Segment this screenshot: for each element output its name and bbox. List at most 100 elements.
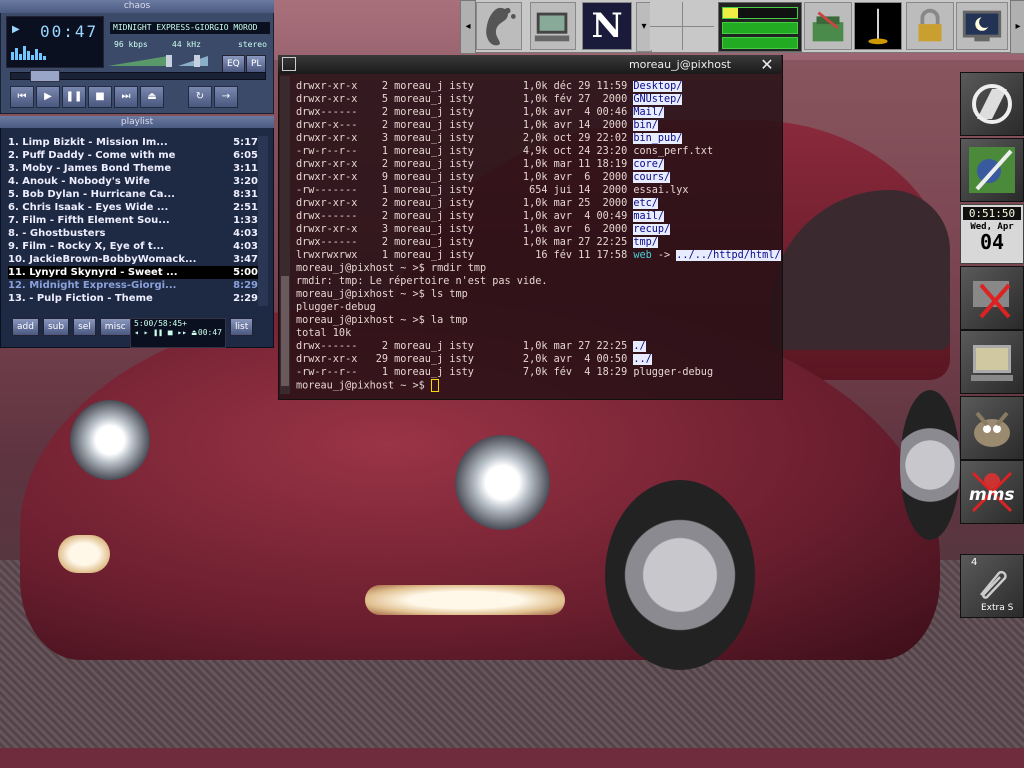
terminal-cursor[interactable] — [430, 379, 439, 392]
terminal-prompt-line[interactable]: moreau_j@pixhost ~ >$ — [296, 379, 780, 393]
window-menu-icon[interactable] — [282, 57, 296, 71]
terminal-filename[interactable]: GNUstep — [633, 94, 677, 105]
workspace-2[interactable] — [682, 2, 714, 26]
terminal-filename[interactable]: web — [633, 250, 651, 261]
terminal-link-target[interactable]: ../../httpd/html — [676, 250, 775, 261]
terminal-launcher-icon[interactable] — [530, 2, 576, 50]
playlist-row[interactable]: 4. Anouk - Nobody's Wife 3:20 — [8, 175, 258, 188]
misc-button[interactable]: misc — [99, 318, 131, 336]
gnome-foot-icon[interactable] — [476, 2, 522, 50]
playlist-row[interactable]: 11. Lynyrd Skynyrd - Sweet ... 5:00 — [8, 266, 258, 279]
song-title-scroller[interactable]: MIDNIGHT EXPRESS-GIORGIO MOROD — [110, 22, 270, 34]
dock-app-1[interactable] — [960, 72, 1024, 136]
eq-button[interactable]: EQ — [222, 55, 245, 73]
playlist-row[interactable]: 8. - Ghostbusters 4:03 — [8, 227, 258, 240]
previous-icon[interactable]: ⏮ — [10, 86, 34, 108]
close-icon[interactable]: ✕ — [757, 55, 777, 74]
terminal-line-text: drwxr-xr-x 2 moreau_j isty 1,0k mar 11 1… — [296, 159, 634, 170]
dock-app-5[interactable] — [960, 396, 1024, 460]
playlist-row[interactable]: 9. Film - Rocky X, Eye of t... 4:03 — [8, 240, 258, 253]
terminal-filename[interactable]: bin_pub — [633, 133, 677, 144]
dock-app-2[interactable] — [960, 138, 1024, 202]
terminal-output[interactable]: drwxr-xr-x 2 moreau_j isty 1,0k déc 29 1… — [296, 80, 781, 393]
pl-button[interactable]: PL — [246, 55, 267, 73]
playlist-row[interactable]: 5. Bob Dylan - Hurricane Ca... 8:31 — [8, 188, 258, 201]
playlist-scrollbar[interactable] — [258, 136, 268, 306]
terminal-filename[interactable]: etc — [633, 198, 652, 209]
screensaver-icon[interactable] — [956, 2, 1008, 50]
xmms-time[interactable]: 00:47 — [40, 22, 98, 41]
dock-app-3[interactable] — [960, 266, 1024, 330]
terminal-scroll-thumb[interactable] — [281, 276, 289, 386]
workspace-1[interactable] — [650, 2, 682, 26]
terminal-titlebar[interactable]: moreau_j@pixhost ✕ — [278, 55, 781, 74]
dock-app-4[interactable] — [960, 330, 1024, 394]
repeat-icon[interactable]: ↻ — [188, 86, 212, 108]
terminal-line: drwxr-xr-x 9 moreau_j isty 1,0k avr 6 20… — [296, 171, 780, 184]
playlist-track-time: 1:33 — [233, 215, 258, 226]
lock-icon[interactable] — [906, 2, 954, 50]
terminal-filename[interactable]: plugger-debug — [633, 367, 713, 378]
mini-controls-icon[interactable]: ◂ ▸ ❚❚ ■ ▸▸ ⏏ — [134, 328, 197, 337]
play-icon[interactable]: ▶ — [36, 86, 60, 108]
dock-workspace-switcher[interactable]: 4 Extra S — [960, 554, 1024, 618]
seek-thumb[interactable] — [30, 70, 60, 82]
panel-hide-left[interactable]: ◂ — [460, 0, 476, 54]
toolbox-icon[interactable] — [804, 2, 852, 50]
playlist-row[interactable]: 3. Moby - James Bond Theme 3:11 — [8, 162, 258, 175]
terminal-line-text: drwxr-xr-x 2 moreau_j isty 1,0k déc 29 1… — [296, 81, 634, 92]
playlist-title[interactable]: playlist — [0, 116, 274, 128]
terminal-filename[interactable]: core — [633, 159, 658, 170]
stop-icon[interactable]: ■ — [88, 86, 112, 108]
playlist-row[interactable]: 7. Film - Fifth Element Sou... 1:33 — [8, 214, 258, 227]
sub-button[interactable]: sub — [42, 318, 70, 336]
netscape-icon[interactable]: N — [582, 2, 632, 50]
playlist-track-time: 3:11 — [233, 163, 258, 174]
shuffle-icon[interactable]: → — [214, 86, 238, 108]
terminal-filename[interactable]: essai.lyx — [633, 185, 688, 196]
workspace-pager[interactable] — [650, 2, 714, 50]
panel-hide-right[interactable]: ▸ — [1010, 0, 1024, 54]
workspace-4[interactable] — [682, 26, 714, 50]
dock-clock[interactable]: 0:51:50 Wed, Apr 04 — [960, 204, 1024, 264]
xmms-title[interactable]: chaos — [0, 0, 274, 13]
terminal-line-text: drwx------ 2 moreau_j isty 1,0k mar 27 2… — [296, 237, 634, 248]
playlist-track-title: 11. Lynyrd Skynyrd - Sweet ... — [8, 267, 178, 278]
eject-icon[interactable]: ⏏ — [140, 86, 164, 108]
gimp-icon — [974, 411, 1010, 447]
lamp-icon[interactable] — [854, 2, 902, 50]
playlist-row[interactable]: 10. JackieBrown-BobbyWomack... 3:47 — [8, 253, 258, 266]
playlist-row[interactable]: 1. Limp Bizkit - Mission Im... 5:17 — [8, 136, 258, 149]
terminal-filename[interactable]: tmp — [633, 237, 652, 248]
terminal-suffix: / — [657, 211, 665, 222]
terminal-filename[interactable]: Mail — [633, 107, 658, 118]
list-button[interactable]: list — [230, 318, 254, 336]
add-button[interactable]: add — [12, 318, 39, 336]
terminal-filename[interactable]: mail — [633, 211, 658, 222]
terminal-line: drwx------ 2 moreau_j isty 1,0k mar 27 2… — [296, 340, 780, 353]
clock-time: 0:51:50 — [963, 207, 1021, 220]
playlist-row[interactable]: 12. Midnight Express-Giorgi... 8:29 — [8, 279, 258, 292]
workspace-3[interactable] — [650, 26, 682, 50]
terminal-suffix: / — [657, 107, 665, 118]
terminal-filename[interactable]: cons_perf.txt — [633, 146, 713, 157]
terminal-scrollbar[interactable] — [280, 76, 290, 394]
terminal-line-text: moreau_j@pixhost ~ >$ la tmp — [296, 315, 468, 326]
terminal-filename[interactable]: bin — [633, 120, 652, 131]
terminal-line: -rw------- 1 moreau_j isty 654 jui 14 20… — [296, 184, 780, 197]
sel-button[interactable]: sel — [73, 318, 96, 336]
dock-app-6[interactable]: mms — [960, 460, 1024, 524]
terminal-filename[interactable]: recup — [633, 224, 665, 235]
playlist-row[interactable]: 13. - Pulp Fiction - Theme 2:29 — [8, 292, 258, 305]
terminal-filename[interactable]: cours — [633, 172, 665, 183]
terminal-filename[interactable]: .. — [633, 354, 646, 365]
playlist-track-title: 4. Anouk - Nobody's Wife — [8, 176, 150, 187]
terminal-filename[interactable]: Desktop — [633, 81, 677, 92]
terminal-line: drwxr-xr-x 2 moreau_j isty 1,0k mar 25 2… — [296, 197, 780, 210]
spectrum-visualizer[interactable] — [10, 42, 90, 60]
playlist-row[interactable]: 6. Chris Isaak - Eyes Wide ... 2:51 — [8, 201, 258, 214]
pause-icon[interactable]: ❚❚ — [62, 86, 86, 108]
playlist-row[interactable]: 2. Puff Daddy - Come with me 6:05 — [8, 149, 258, 162]
next-icon[interactable]: ⏭ — [114, 86, 138, 108]
system-monitor[interactable] — [718, 2, 802, 52]
